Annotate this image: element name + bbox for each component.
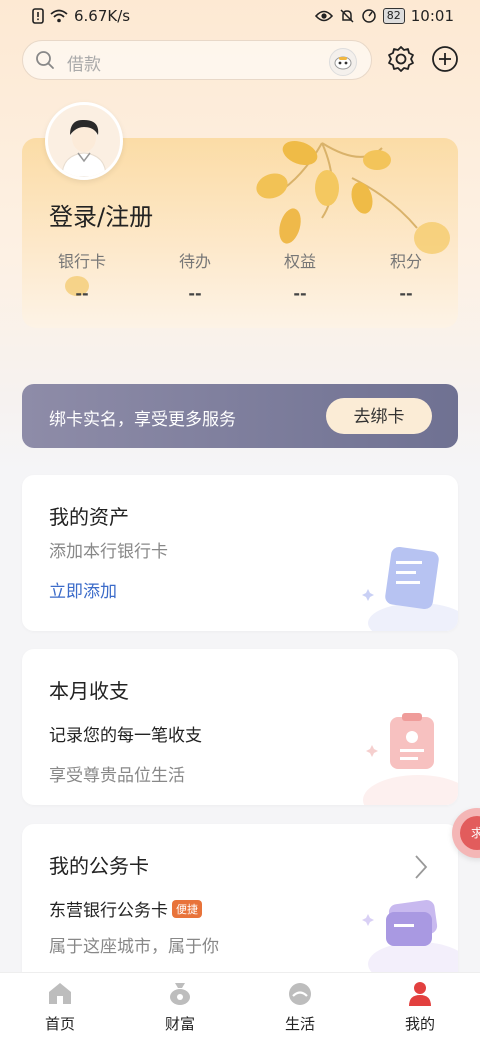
eye-icon — [314, 10, 333, 22]
home-icon — [49, 983, 71, 1004]
nav-item-wealth[interactable]: 财富 — [120, 973, 240, 1041]
nav-item-mine[interactable]: 我的 — [360, 973, 480, 1041]
document-illustration-icon — [362, 546, 458, 631]
add-circle-icon[interactable] — [430, 44, 460, 74]
stat-todo[interactable]: 待办 -- — [155, 248, 235, 303]
data-saver-icon — [362, 9, 376, 23]
mute-bell-icon — [340, 9, 354, 23]
card-text: 东营银行公务卡 便捷 — [49, 896, 202, 921]
mascot-icon[interactable] — [329, 48, 357, 76]
clock: 10:01 — [410, 7, 454, 25]
status-bar: 6.67K/s 82 10:01 — [0, 0, 480, 34]
stat-benefits[interactable]: 权益 -- — [260, 248, 340, 303]
clipboard-illustration-icon — [363, 713, 458, 805]
convenient-badge: 便捷 — [172, 900, 202, 918]
nav-item-home[interactable]: 首页 — [0, 973, 120, 1041]
card-subtitle: 享受尊贵品位生活 — [49, 766, 185, 786]
nav-label: 我的 — [404, 1015, 435, 1033]
nav-label: 生活 — [284, 1015, 315, 1033]
bottom-nav: 首页 财富 生活 我的 — [0, 972, 480, 1041]
status-right: 82 10:01 — [314, 7, 454, 25]
battery-indicator: 82 — [382, 8, 405, 24]
status-left: 6.67K/s — [32, 7, 130, 25]
wealth-bag-icon — [170, 983, 190, 1005]
stat-value: -- — [293, 284, 307, 303]
card-text: 记录您的每一笔收支 — [49, 726, 202, 746]
profile-icon — [409, 982, 431, 1006]
stat-value: -- — [399, 284, 413, 303]
nav-label: 首页 — [44, 1015, 75, 1033]
stat-bank-card[interactable]: 银行卡 -- — [42, 248, 122, 303]
card-title: 我的公务卡 — [49, 854, 149, 878]
nav-label: 财富 — [164, 1015, 195, 1033]
bind-card-text: 绑卡实名，享受更多服务 — [49, 410, 236, 430]
assets-card[interactable]: 我的资产 添加本行银行卡 立即添加 — [22, 475, 458, 631]
stat-label: 积分 — [389, 252, 422, 271]
bind-card-banner[interactable]: 绑卡实名，享受更多服务 去绑卡 — [22, 384, 458, 448]
stat-value: -- — [188, 284, 202, 303]
settings-gear-icon[interactable] — [386, 44, 416, 74]
monthly-card[interactable]: 本月收支 记录您的每一笔收支 享受尊贵品位生活 — [22, 649, 458, 805]
stat-label: 权益 — [283, 252, 316, 271]
nav-item-life[interactable]: 生活 — [240, 973, 360, 1041]
sim-alert-icon — [32, 8, 44, 24]
card-title: 本月收支 — [49, 679, 129, 703]
stat-label: 待办 — [178, 252, 211, 271]
card-title: 我的资产 — [49, 505, 129, 529]
life-icon — [289, 983, 311, 1005]
help-label: 求 — [460, 816, 480, 850]
bind-card-button[interactable]: 去绑卡 — [326, 398, 432, 434]
wifi-icon — [50, 9, 68, 23]
avatar[interactable] — [45, 102, 123, 180]
search-icon — [36, 51, 54, 69]
card-subtitle: 属于这座城市，属于你 — [49, 937, 219, 957]
network-speed: 6.67K/s — [74, 7, 131, 25]
stat-points[interactable]: 积分 -- — [366, 248, 446, 303]
search-bar[interactable]: 借款 — [22, 40, 372, 80]
stat-label: 银行卡 — [57, 252, 106, 271]
card-stack-illustration-icon — [362, 899, 458, 984]
card-text-label: 东营银行公务卡 — [49, 901, 168, 921]
search-input[interactable]: 借款 — [67, 50, 101, 75]
business-card-card[interactable]: 我的公务卡 东营银行公务卡 便捷 属于这座城市，属于你 — [22, 824, 458, 984]
card-subtitle: 添加本行银行卡 — [49, 542, 168, 562]
stat-value: -- — [75, 284, 89, 303]
add-now-link[interactable]: 立即添加 — [49, 577, 117, 602]
login-register-link[interactable]: 登录/注册 — [49, 197, 153, 232]
chevron-right-icon[interactable] — [414, 854, 428, 880]
